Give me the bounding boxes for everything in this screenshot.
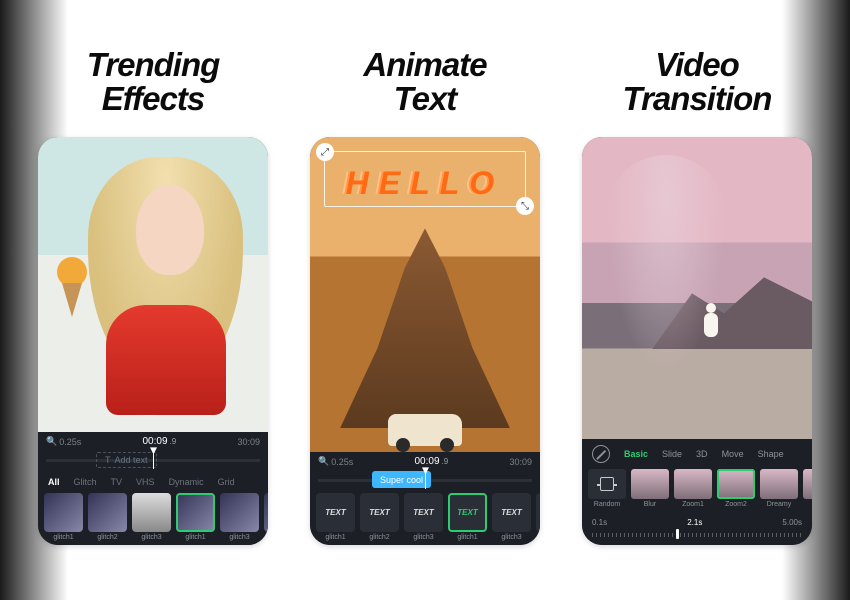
effect-thumb[interactable]: glitch3 [132,493,171,541]
transition-thumb-selected[interactable]: Zoom2 [717,469,755,508]
title-line-1: Video [655,46,739,83]
transition-thumb[interactable]: Zoom1 [674,469,712,508]
panel-title: Video Transition [623,48,772,115]
text-style-thumb-selected[interactable]: TEXTglitch1 [448,493,487,541]
video-preview[interactable] [38,137,268,432]
time-readout: 🔍 0.25s 00:09 .9 30:09 [38,432,268,447]
tab-tv[interactable]: TV [111,477,123,487]
effect-thumb[interactable]: glitch1 [44,493,83,541]
preview-subject-body [106,305,226,415]
effect-category-tabs: All Glitch TV VHS Dynamic Grid [38,473,268,493]
preview-rock [340,228,510,428]
shuffle-icon [600,477,614,491]
current-frame: .9 [442,457,449,466]
slider-max: 5.00s [782,518,802,527]
transition-thumb-random[interactable]: Random [588,469,626,508]
panel-video-transition: Video Transition Basic Slide 3D Move Sha… [578,0,816,600]
panel-animate-text: Animate Text ⤢ ⤡ HELLO 🔍 0.25s [306,0,544,600]
add-text-label: Add text [115,455,148,465]
text-style-thumb[interactable]: TEXTglitch3 [404,493,443,541]
tab-vhs[interactable]: VHS [136,477,155,487]
effect-thumb-selected[interactable]: glitch1 [176,493,215,541]
transition-thumbnails: Random Blur Zoom1 Zoom2 Dreamy Glitch [582,469,812,512]
transition-thumb[interactable]: Dreamy [760,469,798,508]
current-frame: .9 [170,437,177,446]
text-editor: 🔍 0.25s 00:09 .9 30:09 Super cool TEXTgl… [310,452,540,545]
preview-person [700,303,722,343]
add-text-button[interactable]: T Add text [96,452,157,468]
playhead[interactable] [153,449,154,469]
ice-cream-icon [52,257,92,317]
video-preview[interactable] [582,137,812,439]
timeline[interactable]: Super cool [310,469,540,489]
current-time: 00:09 [143,436,168,447]
transition-thumb[interactable]: Glitch [803,469,812,508]
text-clip-chip[interactable]: Super cool [372,471,431,488]
effect-thumb[interactable]: glitch5 [264,493,268,541]
magnifier-icon: 🔍 [46,436,57,447]
tab-shape[interactable]: Shape [758,449,784,459]
title-line-2: Effects [102,80,204,117]
time-readout: 🔍 0.25s 00:09 .9 30:09 [310,452,540,467]
transition-category-tabs: Basic Slide 3D Move Shape [582,439,812,469]
text-style-thumb[interactable]: TEXTglitch2 [360,493,399,541]
transition-editor: Basic Slide 3D Move Shape Random Blur Zo… [582,439,812,545]
total-duration: 30:09 [237,437,260,447]
playhead[interactable] [425,469,426,489]
text-style-thumb[interactable]: TEXTglitch5 [536,493,540,541]
text-style-thumb[interactable]: TEXTglitch3 [492,493,531,541]
title-line-2: Text [394,80,457,117]
text-style-thumb[interactable]: TEXTglitch1 [316,493,355,541]
effect-thumbnails: glitch1 glitch2 glitch3 glitch1 glitch3 … [38,493,268,545]
preview-van [388,414,462,446]
timeline-zoom[interactable]: 🔍 0.25s [318,456,353,467]
tab-slide[interactable]: Slide [662,449,682,459]
effect-thumb[interactable]: glitch2 [88,493,127,541]
text-overlay[interactable]: HELLO [346,165,504,202]
effects-editor: 🔍 0.25s 00:09 .9 30:09 T Add text [38,432,268,545]
slider-value: 2.1s [687,518,702,527]
title-line-1: Trending [87,46,220,83]
video-preview[interactable]: ⤢ ⤡ HELLO [310,137,540,452]
timeline[interactable]: T Add text [38,449,268,469]
slider-min: 0.1s [592,518,607,527]
panel-title: Animate Text [363,48,486,115]
effect-thumb[interactable]: glitch3 [220,493,259,541]
resize-handle-tl[interactable]: ⤢ [316,143,334,161]
tab-move[interactable]: Move [722,449,744,459]
duration-slider[interactable]: 0.1s 2.1s 5.00s [582,512,812,545]
tab-dynamic[interactable]: Dynamic [169,477,204,487]
slider-knob[interactable] [676,529,679,539]
tab-basic[interactable]: Basic [624,449,648,459]
no-transition-icon[interactable] [592,445,610,463]
phone-mock-text: ⤢ ⤡ HELLO 🔍 0.25s 00:09 .9 30:09 [310,137,540,545]
current-time: 00:09 [415,456,440,467]
text-cursor-icon: T [105,455,111,465]
feature-panels: Trending Effects 🔍 0.25s 00:09 .9 [0,0,850,600]
title-line-2: Transition [623,80,772,117]
panel-title: Trending Effects [87,48,220,115]
resize-handle-br[interactable]: ⤡ [516,197,534,215]
magnifier-icon: 🔍 [318,456,329,467]
panel-trending-effects: Trending Effects 🔍 0.25s 00:09 .9 [34,0,272,600]
tab-glitch[interactable]: Glitch [74,477,97,487]
tab-all[interactable]: All [48,477,60,487]
tab-3d[interactable]: 3D [696,449,708,459]
tab-grid[interactable]: Grid [218,477,235,487]
phone-mock-effects: 🔍 0.25s 00:09 .9 30:09 T Add text [38,137,268,545]
timeline-zoom[interactable]: 🔍 0.25s [46,436,81,447]
text-style-thumbnails: TEXTglitch1 TEXTglitch2 TEXTglitch3 TEXT… [310,493,540,545]
phone-mock-transition: Basic Slide 3D Move Shape Random Blur Zo… [582,137,812,545]
title-line-1: Animate [363,46,486,83]
transition-thumb[interactable]: Blur [631,469,669,508]
slider-ticks [592,533,802,537]
total-duration: 30:09 [509,457,532,467]
